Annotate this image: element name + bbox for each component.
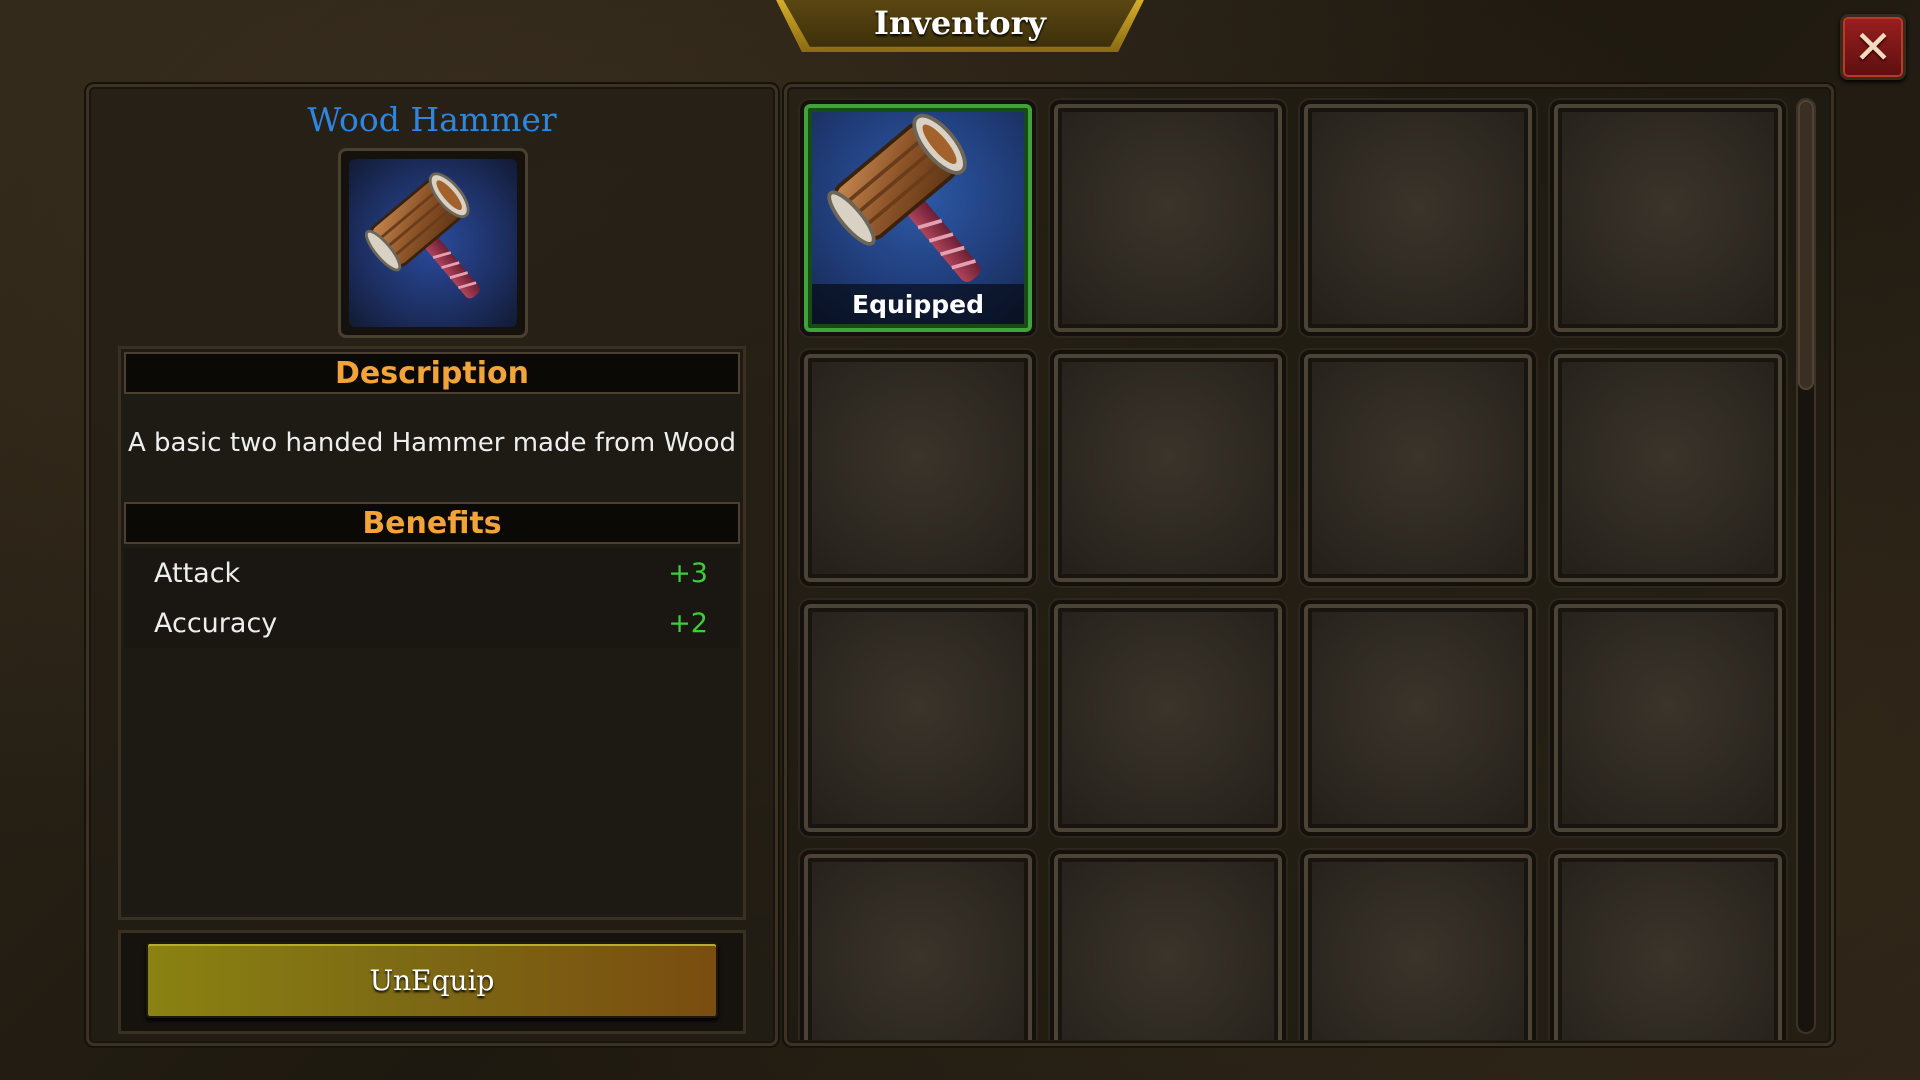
benefits-header: Benefits bbox=[124, 502, 740, 544]
benefit-label: Accuracy bbox=[154, 607, 278, 639]
inventory-scrollbar-thumb[interactable] bbox=[1798, 100, 1814, 390]
benefit-row: Accuracy +2 bbox=[124, 598, 740, 648]
benefit-value: +2 bbox=[668, 607, 708, 639]
benefit-value: +3 bbox=[668, 557, 708, 589]
inventory-slot-empty[interactable] bbox=[1050, 350, 1286, 586]
item-preview-frame bbox=[338, 148, 528, 338]
inventory-slot-empty[interactable] bbox=[800, 600, 1036, 836]
inventory-slot-empty[interactable] bbox=[1550, 600, 1786, 836]
wood-hammer-icon bbox=[818, 108, 1018, 308]
inventory-slot-empty[interactable] bbox=[1050, 850, 1286, 1040]
description-header: Description bbox=[124, 352, 740, 394]
item-description: A basic two handed Hammer made from Wood bbox=[128, 428, 736, 458]
inventory-slot-empty[interactable] bbox=[1300, 350, 1536, 586]
wood-hammer-icon bbox=[358, 168, 508, 318]
window-title: Inventory bbox=[873, 4, 1047, 42]
inventory-slot-empty[interactable] bbox=[1550, 850, 1786, 1040]
benefit-label: Attack bbox=[154, 557, 241, 589]
inventory-slot-empty[interactable] bbox=[1550, 350, 1786, 586]
inventory-slot-empty[interactable] bbox=[1300, 850, 1536, 1040]
benefits-empty-area bbox=[124, 648, 740, 914]
inventory-slot-empty[interactable] bbox=[1050, 100, 1286, 336]
inventory-slot-empty[interactable] bbox=[1300, 100, 1536, 336]
inventory-slot-equipped[interactable]: Equipped bbox=[800, 100, 1036, 336]
benefit-row: Attack +3 bbox=[124, 548, 740, 598]
item-name: Wood Hammer bbox=[307, 100, 557, 139]
close-x-icon[interactable]: ✕ bbox=[1854, 24, 1893, 70]
inventory-slot-empty[interactable] bbox=[1550, 100, 1786, 336]
close-button[interactable]: ✕ bbox=[1840, 14, 1906, 80]
inventory-slot-empty[interactable] bbox=[800, 350, 1036, 586]
unequip-button[interactable]: UnEquip bbox=[146, 942, 718, 1018]
inventory-slot-empty[interactable] bbox=[1300, 600, 1536, 836]
inventory-slot-empty[interactable] bbox=[1050, 600, 1286, 836]
inventory-slot-empty[interactable] bbox=[800, 850, 1036, 1040]
equipped-label: Equipped bbox=[812, 284, 1024, 324]
inventory-grid: Equipped bbox=[796, 96, 1794, 1040]
